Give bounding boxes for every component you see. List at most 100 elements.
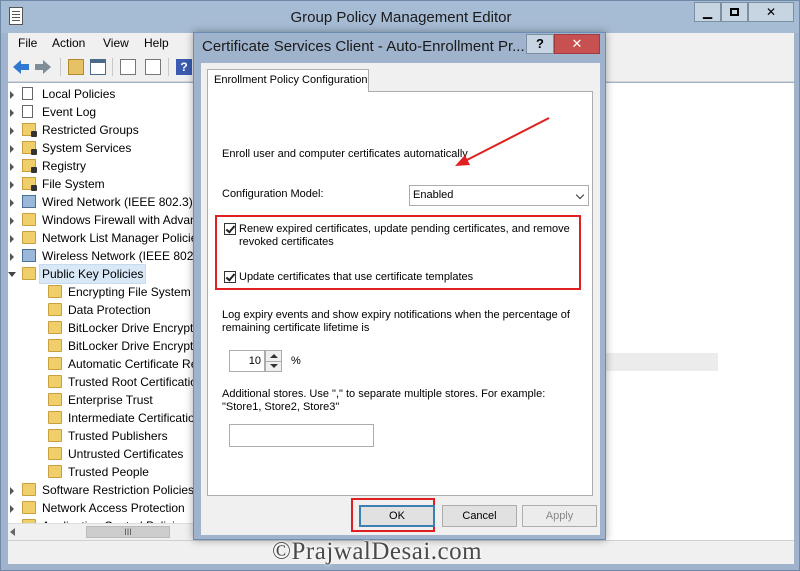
tree-item[interactable]: BitLocker Drive Encryption Network Unloc… xyxy=(29,337,194,355)
collapsed-chevron-icon[interactable] xyxy=(10,163,14,171)
renew-certificates-checkbox[interactable] xyxy=(224,223,236,235)
export-list-icon[interactable] xyxy=(145,59,161,75)
back-arrow-icon[interactable] xyxy=(13,59,29,75)
dialog-title: Certificate Services Client - Auto-Enrol… xyxy=(202,38,525,55)
additional-stores-input[interactable] xyxy=(229,424,374,447)
main-window-title: Group Policy Management Editor xyxy=(290,9,512,26)
maximize-button[interactable] xyxy=(721,2,748,22)
update-templates-label[interactable]: Update certificates that use certificate… xyxy=(239,271,473,284)
folder-icon xyxy=(48,339,62,352)
expiry-percentage-spinner[interactable] xyxy=(265,350,282,372)
toolbar-separator xyxy=(112,58,113,76)
tree-item-label: Untrusted Certificates xyxy=(68,447,184,461)
tree-item[interactable]: Trusted People xyxy=(29,463,194,481)
folder-icon xyxy=(22,483,36,496)
tree-item[interactable]: Event Log xyxy=(10,103,194,121)
dialog-help-button[interactable]: ? xyxy=(526,34,554,54)
tree-item-label: Network Access Protection xyxy=(42,501,185,515)
help-icon[interactable]: ? xyxy=(176,59,192,75)
tree-item-label: Local Policies xyxy=(42,87,116,101)
scroll-thumb[interactable]: III xyxy=(86,526,170,538)
folder-icon xyxy=(22,501,36,514)
collapsed-chevron-icon[interactable] xyxy=(10,181,14,189)
menu-view[interactable]: View xyxy=(103,36,129,50)
scroll-left-icon[interactable] xyxy=(10,528,15,536)
tree-item[interactable]: Windows Firewall with Advanced Security xyxy=(10,211,194,229)
spin-down-icon[interactable] xyxy=(270,364,278,368)
properties-icon[interactable] xyxy=(120,59,136,75)
config-model-dropdown[interactable]: Enabled xyxy=(409,185,589,206)
dialog-close-button[interactable]: ✕ xyxy=(554,34,600,54)
renew-certificates-label[interactable]: Renew expired certificates, update pendi… xyxy=(239,223,574,249)
tree-item[interactable]: Restricted Groups xyxy=(10,121,194,139)
up-folder-icon[interactable] xyxy=(68,59,84,75)
collapsed-chevron-icon[interactable] xyxy=(10,235,14,243)
tree-item-label: File System xyxy=(42,177,105,191)
menu-help[interactable]: Help xyxy=(144,36,169,50)
expanded-chevron-icon[interactable] xyxy=(8,272,16,277)
stores-description: Additional stores. Use "," to separate m… xyxy=(222,388,546,413)
tree-item[interactable]: File System xyxy=(10,175,194,193)
tree-item-label: Windows Firewall with Advanced Security xyxy=(42,213,194,227)
main-titlebar[interactable]: Group Policy Management Editor ▁ ✕ xyxy=(1,1,799,33)
tree-item[interactable]: Enterprise Trust xyxy=(29,391,194,409)
folder-icon xyxy=(48,447,62,460)
toolbar-separator xyxy=(168,58,169,76)
collapsed-chevron-icon[interactable] xyxy=(10,199,14,207)
collapsed-chevron-icon[interactable] xyxy=(10,91,14,99)
tree-item[interactable]: Trusted Publishers xyxy=(29,427,194,445)
collapsed-chevron-icon[interactable] xyxy=(10,109,14,117)
folder-lock-icon xyxy=(22,123,37,137)
collapsed-chevron-icon[interactable] xyxy=(10,127,14,135)
tree-item[interactable]: Network Access Protection xyxy=(10,499,194,517)
tree-item-label: Restricted Groups xyxy=(42,123,139,137)
tree-item[interactable]: BitLocker Drive Encryption xyxy=(29,319,194,337)
show-hide-tree-icon[interactable] xyxy=(90,59,106,75)
tree-item-label: Event Log xyxy=(42,105,97,119)
collapsed-chevron-icon[interactable] xyxy=(10,145,14,153)
tree-item[interactable]: Automatic Certificate Request Settings xyxy=(29,355,194,373)
spin-up-icon[interactable] xyxy=(270,354,278,358)
tree-item[interactable]: Local Policies xyxy=(10,85,194,103)
menu-file[interactable]: File xyxy=(18,36,37,50)
tree-item[interactable]: Trusted Root Certification Authorities xyxy=(29,373,194,391)
tree-item[interactable]: Data Protection xyxy=(29,301,194,319)
tree-item[interactable]: Registry xyxy=(10,157,194,175)
tree-item-label: Automatic Certificate Request Settings xyxy=(68,357,194,371)
apply-button[interactable]: Apply xyxy=(522,505,597,527)
tab-enrollment-policy[interactable]: Enrollment Policy Configuration xyxy=(207,69,369,92)
tree-item-label: Intermediate Certification Authorities xyxy=(68,411,194,425)
auto-enrollment-dialog: Certificate Services Client - Auto-Enrol… xyxy=(193,32,606,540)
tree-item-label: System Services xyxy=(42,141,132,155)
tree-item[interactable]: Network List Manager Policies xyxy=(10,229,194,247)
tree-item[interactable]: Intermediate Certification Authorities xyxy=(29,409,194,427)
intro-text: Enroll user and computer certificates au… xyxy=(222,148,468,160)
config-model-value: Enabled xyxy=(413,189,454,201)
expiry-percentage-input[interactable]: 10 xyxy=(229,350,265,372)
collapsed-chevron-icon[interactable] xyxy=(10,487,14,495)
folder-icon xyxy=(48,357,62,370)
folder-icon xyxy=(48,429,62,442)
tree-item[interactable]: Untrusted Certificates xyxy=(29,445,194,463)
minimize-button[interactable]: ▁ xyxy=(694,2,721,22)
menu-action[interactable]: Action xyxy=(52,36,85,50)
folder-icon xyxy=(22,267,36,280)
tree-item[interactable]: Public Key Policies xyxy=(8,264,194,284)
spinner-divider xyxy=(266,361,281,362)
tree-item[interactable]: Software Restriction Policies xyxy=(10,481,194,499)
close-button[interactable]: ✕ xyxy=(748,2,794,22)
collapsed-chevron-icon[interactable] xyxy=(10,253,14,261)
console-tree[interactable]: Local Policies Event Log Restricted Groups… xyxy=(8,83,194,523)
tree-item-label: Enterprise Trust xyxy=(68,393,153,407)
update-templates-checkbox[interactable] xyxy=(224,271,236,283)
ok-button[interactable]: OK xyxy=(359,505,435,527)
tree-item[interactable]: System Services xyxy=(10,139,194,157)
tree-item[interactable]: Encrypting File System xyxy=(29,283,194,301)
collapsed-chevron-icon[interactable] xyxy=(10,217,14,225)
tree-item[interactable]: Wired Network (IEEE 802.3) Policies xyxy=(10,193,194,211)
tree-item[interactable]: Wireless Network (IEEE 802.11) Policies xyxy=(10,247,194,265)
forward-arrow-icon[interactable] xyxy=(35,59,51,75)
collapsed-chevron-icon[interactable] xyxy=(10,505,14,513)
cancel-button[interactable]: Cancel xyxy=(442,505,517,527)
tree-horizontal-scrollbar[interactable]: III xyxy=(8,523,194,540)
